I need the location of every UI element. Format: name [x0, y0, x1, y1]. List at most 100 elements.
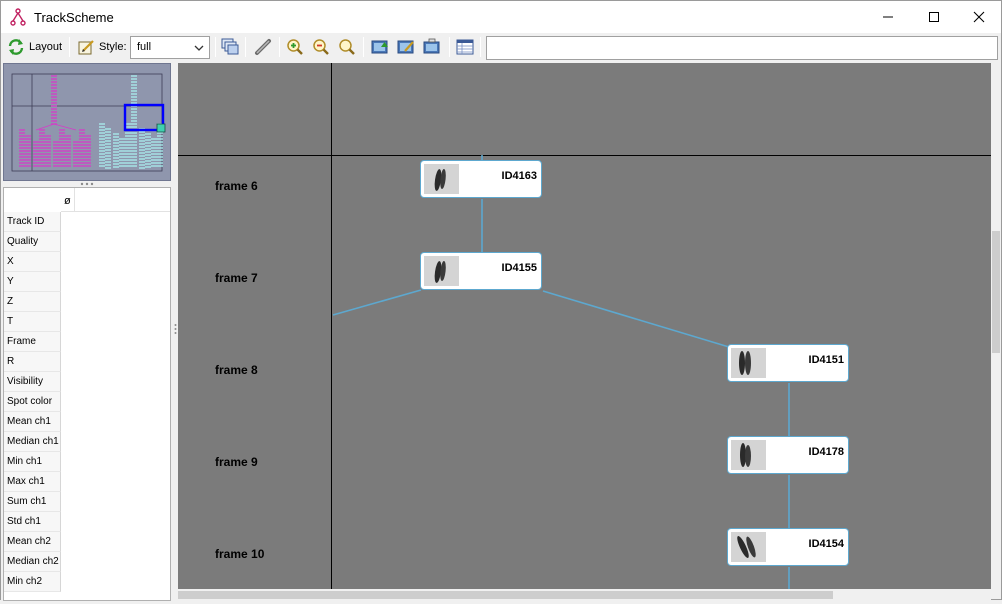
spot-node[interactable]: ID4154 [727, 528, 849, 566]
style-select-value: full [137, 41, 152, 53]
toolbar-separator [363, 37, 364, 57]
feature-row-label: Std ch1 [4, 512, 61, 532]
close-icon [973, 11, 985, 23]
zoom-fit-button[interactable] [338, 36, 356, 58]
feature-row-label: Quality [4, 232, 61, 252]
edge-id4155-left-branch [332, 289, 422, 316]
spot-thumbnail [424, 256, 459, 286]
frame-label: frame 10 [215, 547, 265, 561]
feature-row-label: Y [4, 272, 61, 292]
minimap-edge [35, 123, 55, 131]
cell-thumbnail-image [731, 348, 766, 378]
chevron-down-icon [194, 45, 204, 51]
frame-label: frame 6 [215, 179, 258, 193]
zoom-out-icon [313, 39, 329, 55]
style-edit-icon [78, 40, 94, 55]
spot-thumbnail [424, 164, 459, 194]
minimap-edge [53, 123, 77, 131]
frame-label: frame 7 [215, 271, 258, 285]
title-bar: TrackScheme [1, 1, 1001, 33]
feature-row-label: Sum ch1 [4, 492, 61, 512]
column-header-empty-set[interactable]: ø [61, 188, 75, 212]
vertical-scrollbar-thumb[interactable] [992, 231, 1000, 353]
edit-export-button[interactable] [397, 36, 415, 58]
vertical-scrollbar[interactable] [991, 63, 1001, 589]
search-input[interactable] [486, 36, 998, 60]
maximize-button[interactable] [911, 1, 957, 33]
export-image-icon [371, 40, 388, 54]
zoom-in-icon [287, 39, 303, 55]
table-icon [456, 39, 474, 55]
zoom-fit-icon [339, 39, 355, 55]
feature-row-label: Median ch2 [4, 552, 61, 572]
feature-row-label: Min ch1 [4, 452, 61, 472]
capture-icon [423, 38, 440, 54]
display-table-button[interactable] [456, 36, 474, 58]
cell-thumbnail-image [731, 532, 766, 562]
feature-row-label: R [4, 352, 61, 372]
frame-label: frame 8 [215, 363, 258, 377]
horizontal-scrollbar-thumb[interactable] [178, 591, 833, 599]
spot-thumbnail [731, 440, 766, 470]
feature-row-label: T [4, 312, 61, 332]
style-select[interactable]: full [130, 36, 210, 59]
zoom-out-button[interactable] [312, 36, 330, 58]
spot-id-label: ID4155 [501, 262, 537, 274]
cell-thumbnail-image [424, 164, 459, 194]
spot-id-label: ID4154 [808, 538, 844, 550]
canvas-lines [178, 63, 991, 589]
feature-row-label: Z [4, 292, 61, 312]
spot-thumbnail [731, 532, 766, 562]
close-button[interactable] [956, 1, 1002, 33]
feature-row-label: Max ch1 [4, 472, 61, 492]
spot-node[interactable]: ID4178 [727, 436, 849, 474]
edit-export-icon [397, 40, 414, 54]
minimize-button[interactable] [865, 1, 911, 33]
export-image-button[interactable] [371, 36, 389, 58]
zoom-in-button[interactable] [286, 36, 304, 58]
trackscheme-canvas[interactable]: frame 6 frame 7 frame 8 frame 9 frame 10… [178, 63, 991, 589]
left-panel: ø Track ID Quality X Y Z T Frame R Visibility Spo… [1, 61, 174, 601]
stacked-windows-icon [221, 38, 239, 55]
spot-node[interactable]: ID4151 [727, 344, 849, 382]
table-header: ø [61, 188, 170, 212]
feature-row-label: Visibility [4, 372, 61, 392]
style-button[interactable]: Style: [77, 36, 127, 58]
panel-divider-handle[interactable] [79, 182, 95, 186]
refresh-icon [8, 39, 24, 55]
capture-button[interactable] [423, 36, 441, 58]
feature-row-label: Min ch2 [4, 572, 61, 592]
toolbar-separator [449, 37, 450, 57]
feature-row-label: Spot color [4, 392, 61, 412]
cell-thumbnail-image [731, 440, 766, 470]
spot-id-label: ID4151 [808, 354, 844, 366]
toolbar-separator [279, 37, 280, 57]
spot-node[interactable]: ID4155 [420, 252, 542, 290]
minimap-graph [11, 73, 166, 172]
select-style-button[interactable] [221, 36, 239, 58]
maximize-icon [929, 12, 939, 22]
spot-thumbnail [731, 348, 766, 378]
pen-link-icon [255, 39, 271, 55]
horizontal-scrollbar[interactable] [178, 589, 991, 601]
trackscheme-app-icon [10, 8, 26, 26]
feature-row-label: Mean ch2 [4, 532, 61, 552]
frame-label: frame 9 [215, 455, 258, 469]
layout-button[interactable]: Layout [7, 36, 62, 58]
minimap-viewport-handle [156, 123, 166, 133]
style-label: Style: [99, 41, 127, 53]
trackscheme-window: TrackScheme Layout Style: full ø Track I… [0, 0, 1002, 601]
spot-node[interactable]: ID4163 [420, 160, 542, 198]
toolbar-separator [69, 37, 70, 57]
spot-id-label: ID4163 [501, 170, 537, 182]
edge-id4155-id4151 [542, 290, 730, 348]
toolbar-separator [215, 37, 216, 57]
feature-row-label: Track ID [4, 212, 61, 232]
layout-label: Layout [29, 41, 63, 53]
link-tool-button[interactable] [254, 36, 272, 58]
minimize-icon [883, 16, 893, 18]
outline-minimap[interactable] [3, 63, 171, 181]
feature-row-label: Median ch1 [4, 432, 61, 452]
cell-thumbnail-image [424, 256, 459, 286]
window-title: TrackScheme [34, 10, 114, 25]
